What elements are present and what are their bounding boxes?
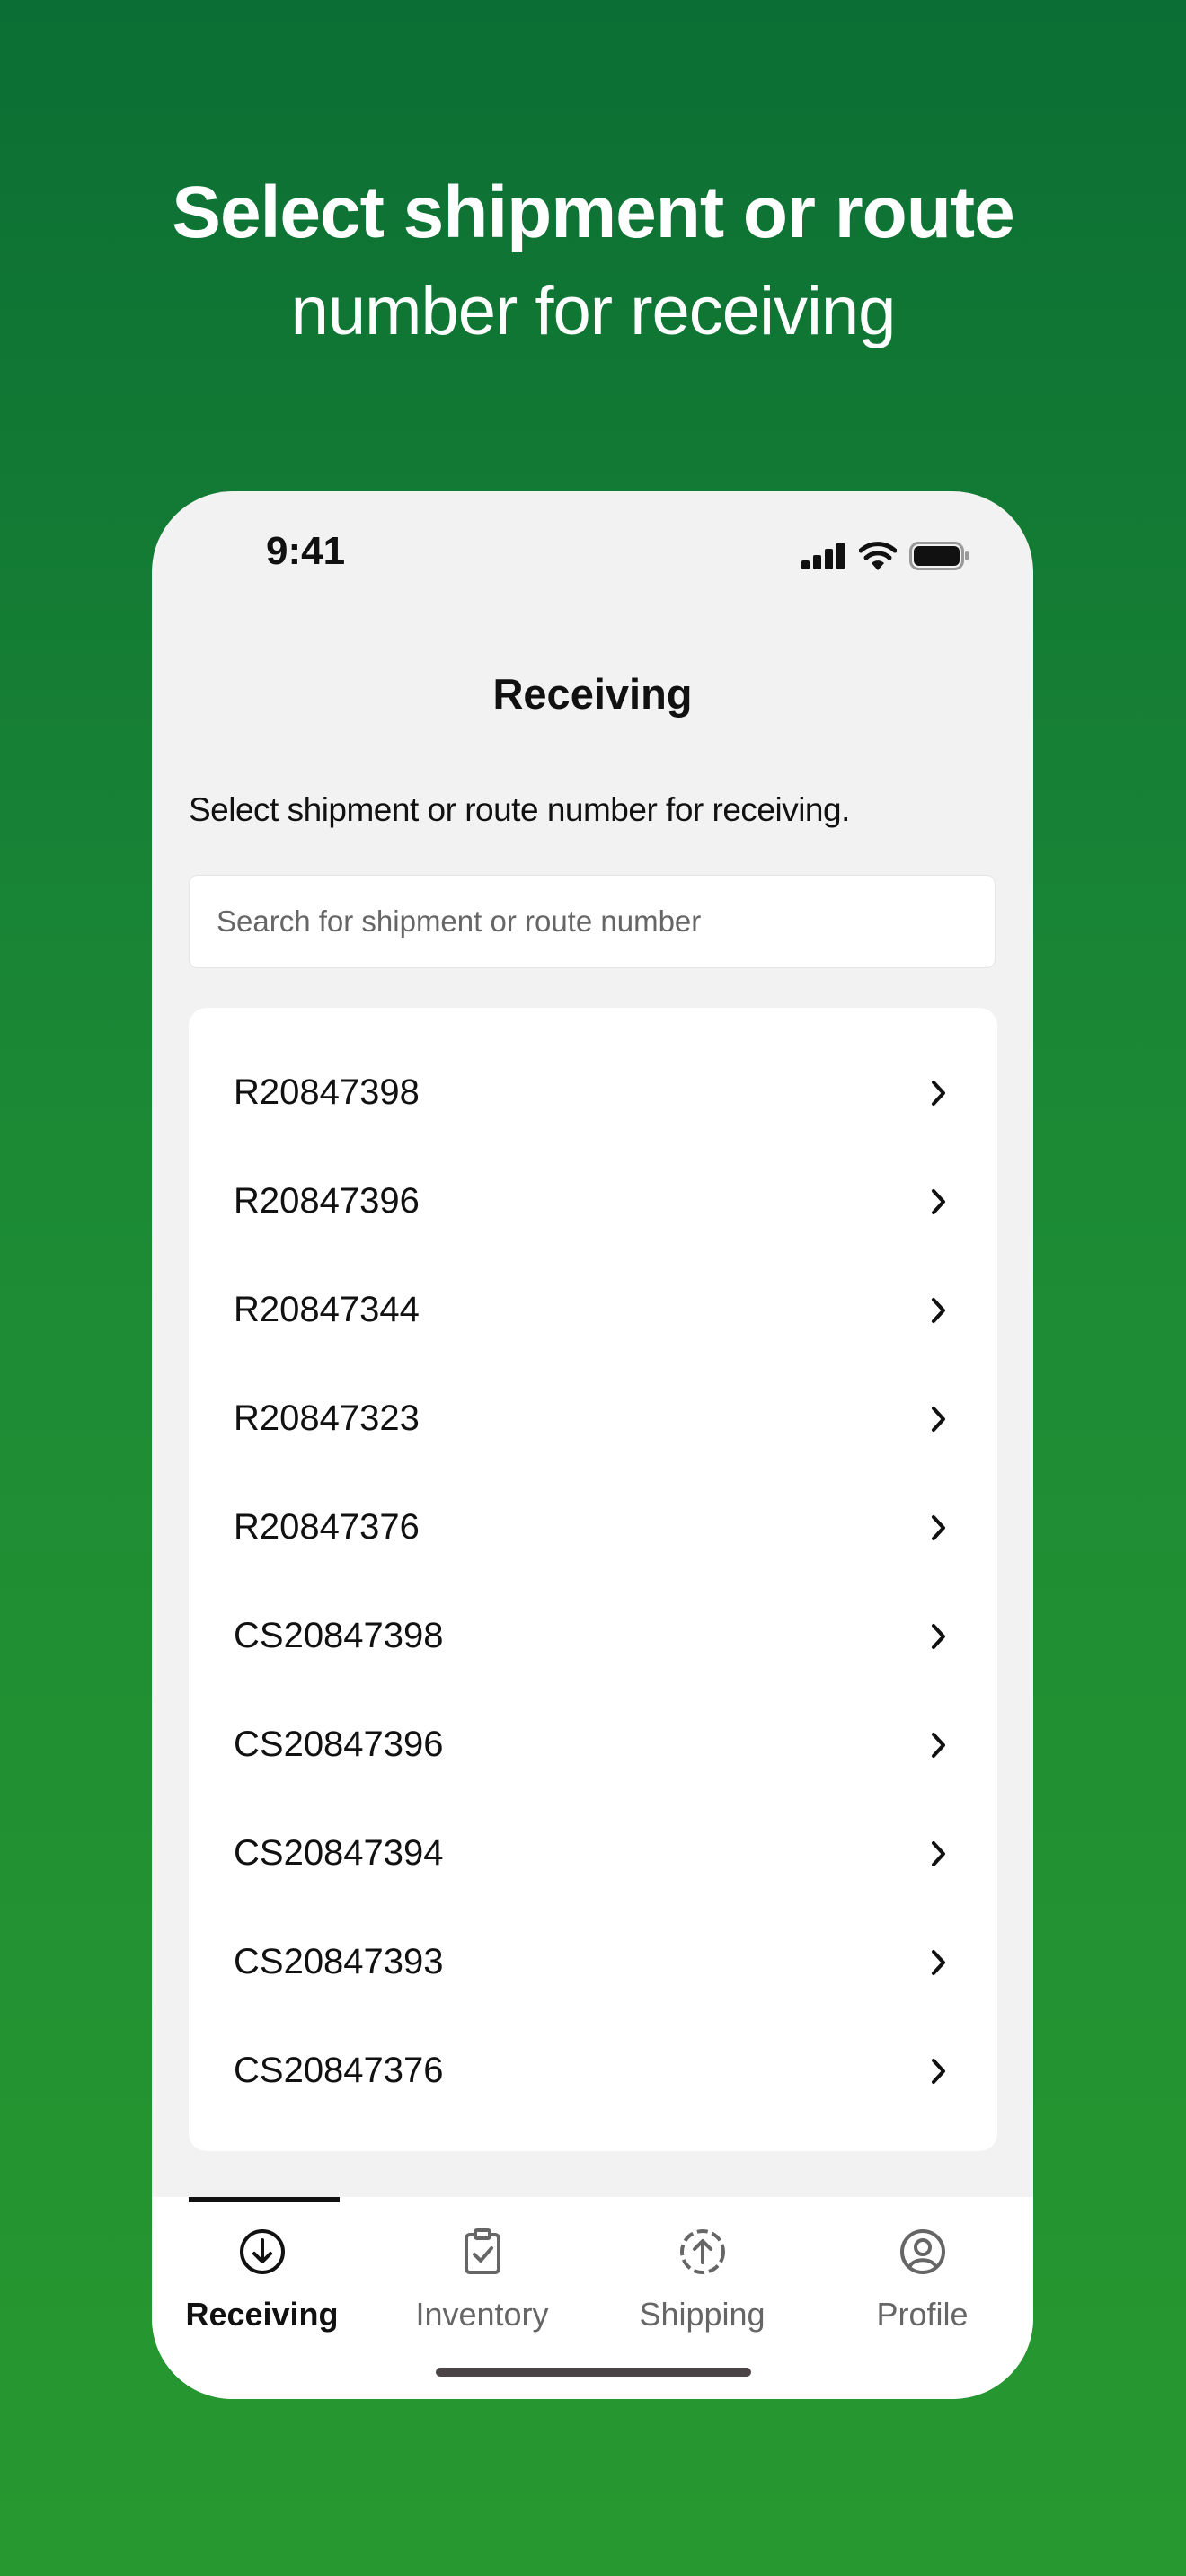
chevron-right-icon bbox=[925, 1080, 952, 1107]
tab-label: Receiving bbox=[185, 2296, 339, 2333]
cellular-signal-icon bbox=[801, 543, 845, 569]
chevron-right-icon bbox=[925, 1949, 952, 1976]
tab-inventory[interactable]: Inventory bbox=[372, 2220, 592, 2333]
tab-label: Profile bbox=[876, 2296, 969, 2333]
chevron-right-icon bbox=[925, 1406, 952, 1433]
list-item[interactable]: CS20847393 bbox=[189, 1908, 997, 2016]
page-subtitle: Select shipment or route number for rece… bbox=[189, 791, 850, 828]
list-item[interactable]: R20847398 bbox=[189, 1038, 997, 1147]
list-item[interactable]: R20847344 bbox=[189, 1256, 997, 1364]
search-input[interactable] bbox=[189, 875, 996, 968]
hero-heading: Select shipment or route number for rece… bbox=[0, 163, 1186, 361]
hero-line-1: Select shipment or route bbox=[172, 172, 1014, 253]
list-item[interactable]: CS20847394 bbox=[189, 1799, 997, 1908]
list-item[interactable]: CS20847376 bbox=[189, 2016, 997, 2125]
chevron-right-icon bbox=[925, 1297, 952, 1324]
clipboard-check-icon bbox=[464, 2228, 500, 2274]
chevron-right-icon bbox=[925, 2058, 952, 2085]
list-item[interactable]: CS20847398 bbox=[189, 1582, 997, 1690]
list-item-label: CS20847396 bbox=[234, 1725, 444, 1764]
tab-profile[interactable]: Profile bbox=[812, 2220, 1032, 2333]
tab-label: Shipping bbox=[639, 2296, 766, 2333]
chevron-right-icon bbox=[925, 1732, 952, 1759]
status-bar: 9:41 bbox=[152, 491, 1033, 626]
shipment-list: R20847398 R20847396 R20847344 R20847323 … bbox=[189, 1008, 997, 2151]
hero-line-2: number for receiving bbox=[290, 273, 897, 349]
list-item[interactable]: R20847323 bbox=[189, 1364, 997, 1473]
phone-screen: 9:41 Receiving Select shipment or route … bbox=[152, 491, 1033, 2399]
chevron-right-icon bbox=[925, 1623, 952, 1650]
list-item[interactable]: CS20847396 bbox=[189, 1690, 997, 1799]
list-item-label: R20847344 bbox=[234, 1290, 420, 1329]
list-item-label: R20847323 bbox=[234, 1398, 420, 1438]
active-tab-indicator bbox=[189, 2197, 340, 2202]
list-item-label: CS20847394 bbox=[234, 1833, 444, 1873]
wifi-icon bbox=[859, 542, 897, 570]
status-icons bbox=[801, 542, 970, 570]
battery-icon bbox=[909, 542, 969, 570]
list-item-label: R20847376 bbox=[234, 1507, 420, 1547]
home-indicator bbox=[436, 2368, 751, 2377]
tab-label: Inventory bbox=[415, 2296, 549, 2333]
upload-circle-icon bbox=[679, 2229, 725, 2274]
list-item-label: CS20847376 bbox=[234, 2051, 444, 2090]
download-circle-icon bbox=[239, 2229, 285, 2274]
list-item[interactable]: R20847376 bbox=[189, 1473, 997, 1582]
list-item-label: R20847398 bbox=[234, 1072, 420, 1112]
chevron-right-icon bbox=[925, 1514, 952, 1541]
tab-shipping[interactable]: Shipping bbox=[592, 2220, 812, 2333]
list-item[interactable]: R20847396 bbox=[189, 1147, 997, 1256]
chevron-right-icon bbox=[925, 1188, 952, 1215]
status-time: 9:41 bbox=[266, 529, 346, 573]
list-item-label: R20847396 bbox=[234, 1181, 420, 1221]
chevron-right-icon bbox=[925, 1840, 952, 1867]
list-item-label: CS20847393 bbox=[234, 1942, 444, 1981]
user-circle-icon bbox=[899, 2229, 945, 2274]
list-item-label: CS20847398 bbox=[234, 1616, 444, 1655]
tab-receiving[interactable]: Receiving bbox=[152, 2220, 372, 2333]
page-title: Receiving bbox=[492, 670, 693, 718]
